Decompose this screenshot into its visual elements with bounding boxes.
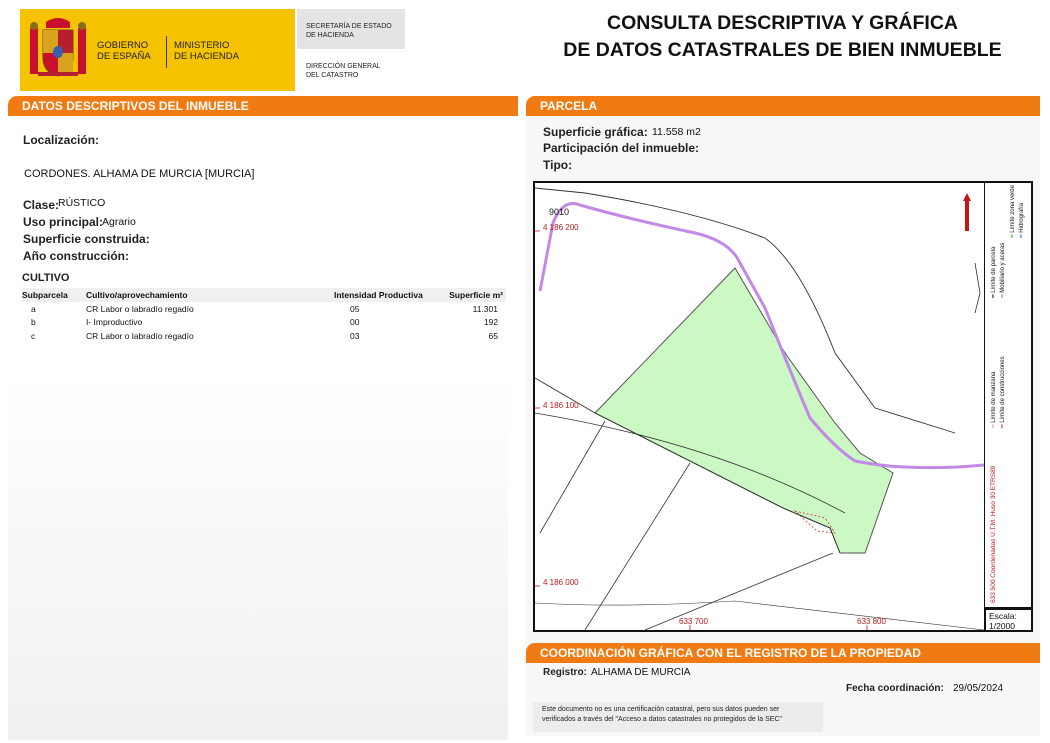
- fecha-coordinacion-value: 29/05/2024: [953, 683, 1004, 694]
- fecha-coordinacion-label: Fecha coordinación:: [846, 683, 944, 694]
- direccion-label: DIRECCIÓN GENERAL DEL CATASTRO: [306, 63, 381, 79]
- clase-label: Clase:: [23, 198, 60, 212]
- secretaria-label: SECRETARÍA DE ESTADO DE HACIENDA: [306, 23, 392, 39]
- legend-item: ━ Límite de construcciones: [1000, 356, 1006, 428]
- col-superficie: Superficie m²: [434, 288, 506, 302]
- cell-intensidad: 05: [350, 303, 360, 314]
- superficie-construida-label: Superficie construida:: [23, 232, 150, 246]
- boundary-line: [974, 262, 981, 314]
- uso-value: Agrario: [102, 216, 136, 228]
- disclaimer-note: Este documento no es una certificación c…: [533, 702, 823, 732]
- legend-item: ━ Límite de parcela: [991, 246, 997, 298]
- scale-label: Escala:: [989, 611, 1017, 621]
- scale-box: Escala: 1/2000: [985, 608, 1033, 632]
- x-coord-label: 633 800: [857, 617, 886, 626]
- boundary-line: [644, 552, 834, 630]
- cell-subparcela: c: [31, 330, 36, 341]
- cell-superficie: 11.301: [472, 303, 498, 314]
- x-coord-label: 633 700: [679, 617, 708, 626]
- descriptive-panel: [8, 116, 508, 740]
- legend-item: ━ Mobiliario y aceras: [1000, 242, 1006, 298]
- scale-value: 1/2000: [989, 621, 1015, 631]
- col-intensidad: Intensidad Productiva: [334, 288, 434, 302]
- coat-of-arms-icon: [30, 18, 86, 77]
- superficie-grafica-value: 11.558 m2: [652, 126, 701, 138]
- cell-subparcela: b: [31, 317, 36, 328]
- parcel-polygon[interactable]: [594, 267, 894, 554]
- cell-cultivo: CR Labor o labradío regadío: [86, 303, 194, 314]
- cell-subparcela: a: [31, 303, 36, 314]
- cultivo-heading: CULTIVO: [22, 272, 70, 284]
- cell-superficie: 65: [488, 330, 498, 341]
- table-row: c CR Labor o labradío regadío 03 65: [22, 329, 506, 343]
- superficie-grafica-label: Superficie gráfica:: [543, 125, 648, 139]
- parcela-heading: PARCELA: [526, 96, 1040, 116]
- boundary-line: [535, 600, 984, 630]
- registro-value: ALHAMA DE MURCIA: [591, 667, 691, 678]
- page-title: CONSULTA DESCRIPTIVA Y GRÁFICA DE DATOS …: [563, 12, 1002, 61]
- legend-item: ━ Límite de manzana: [991, 371, 997, 428]
- coordinacion-heading: COORDINACIÓN GRÁFICA CON EL REGISTRO DE …: [526, 643, 1040, 663]
- table-row: b I- Improductivo 00 192: [22, 316, 506, 330]
- legend-item: ━ Límite zona verde: [1010, 185, 1016, 238]
- y-coord-label: 4 186 200: [543, 223, 579, 232]
- coordinate-system-note: 633.500 Coordenadas U.T.M. Huso 30 ETRS8…: [990, 465, 997, 603]
- north-arrow-icon: [963, 193, 971, 231]
- uso-label: Uso principal:: [23, 215, 104, 229]
- registro-label: Registro:: [543, 667, 587, 678]
- col-cultivo: Cultivo/aprovechamiento: [86, 288, 334, 302]
- cultivo-header-row: Subparcela Cultivo/aprovechamiento Inten…: [22, 288, 506, 302]
- cell-cultivo: CR Labor o labradío regadío: [86, 330, 194, 341]
- tipo-label: Tipo:: [543, 158, 573, 172]
- legend-item: ━ Hidrografía: [1019, 203, 1025, 238]
- participacion-label: Participación del inmueble:: [543, 141, 700, 155]
- localizacion-label: Localización:: [23, 133, 100, 147]
- logo-divider: [166, 36, 167, 68]
- cell-intensidad: 03: [350, 330, 360, 341]
- table-row: a CR Labor o labradío regadío 05 11.301: [22, 302, 506, 316]
- cultivo-table: Subparcela Cultivo/aprovechamiento Inten…: [22, 288, 506, 343]
- map-legend: 633.500 Coordenadas U.T.M. Huso 30 ETRS8…: [985, 181, 1033, 609]
- gobierno-label: GOBIERNO DE ESPAÑA: [97, 40, 151, 62]
- ministerio-label: MINISTERIO DE HACIENDA: [174, 40, 239, 62]
- map-canvas: [535, 187, 984, 630]
- cell-intensidad: 00: [350, 317, 360, 328]
- y-coord-label: 4 186 100: [543, 401, 579, 410]
- anio-construccion-label: Año construcción:: [23, 249, 130, 263]
- localizacion-value: CORDONES. ALHAMA DE MURCIA [MURCIA]: [24, 168, 255, 180]
- cadastral-map[interactable]: 9010 4 186 200 4 186 100 4 186 000 633 7…: [533, 181, 986, 632]
- col-subparcela: Subparcela: [22, 288, 86, 302]
- parcel-number: 9010: [549, 207, 570, 217]
- descriptive-heading: DATOS DESCRIPTIVOS DEL INMUEBLE: [8, 96, 518, 116]
- y-coord-label: 4 186 000: [543, 578, 579, 587]
- boundary-line: [539, 420, 606, 534]
- cell-cultivo: I- Improductivo: [86, 317, 143, 328]
- clase-value: RÚSTICO: [58, 197, 106, 209]
- cell-superficie: 192: [483, 317, 498, 328]
